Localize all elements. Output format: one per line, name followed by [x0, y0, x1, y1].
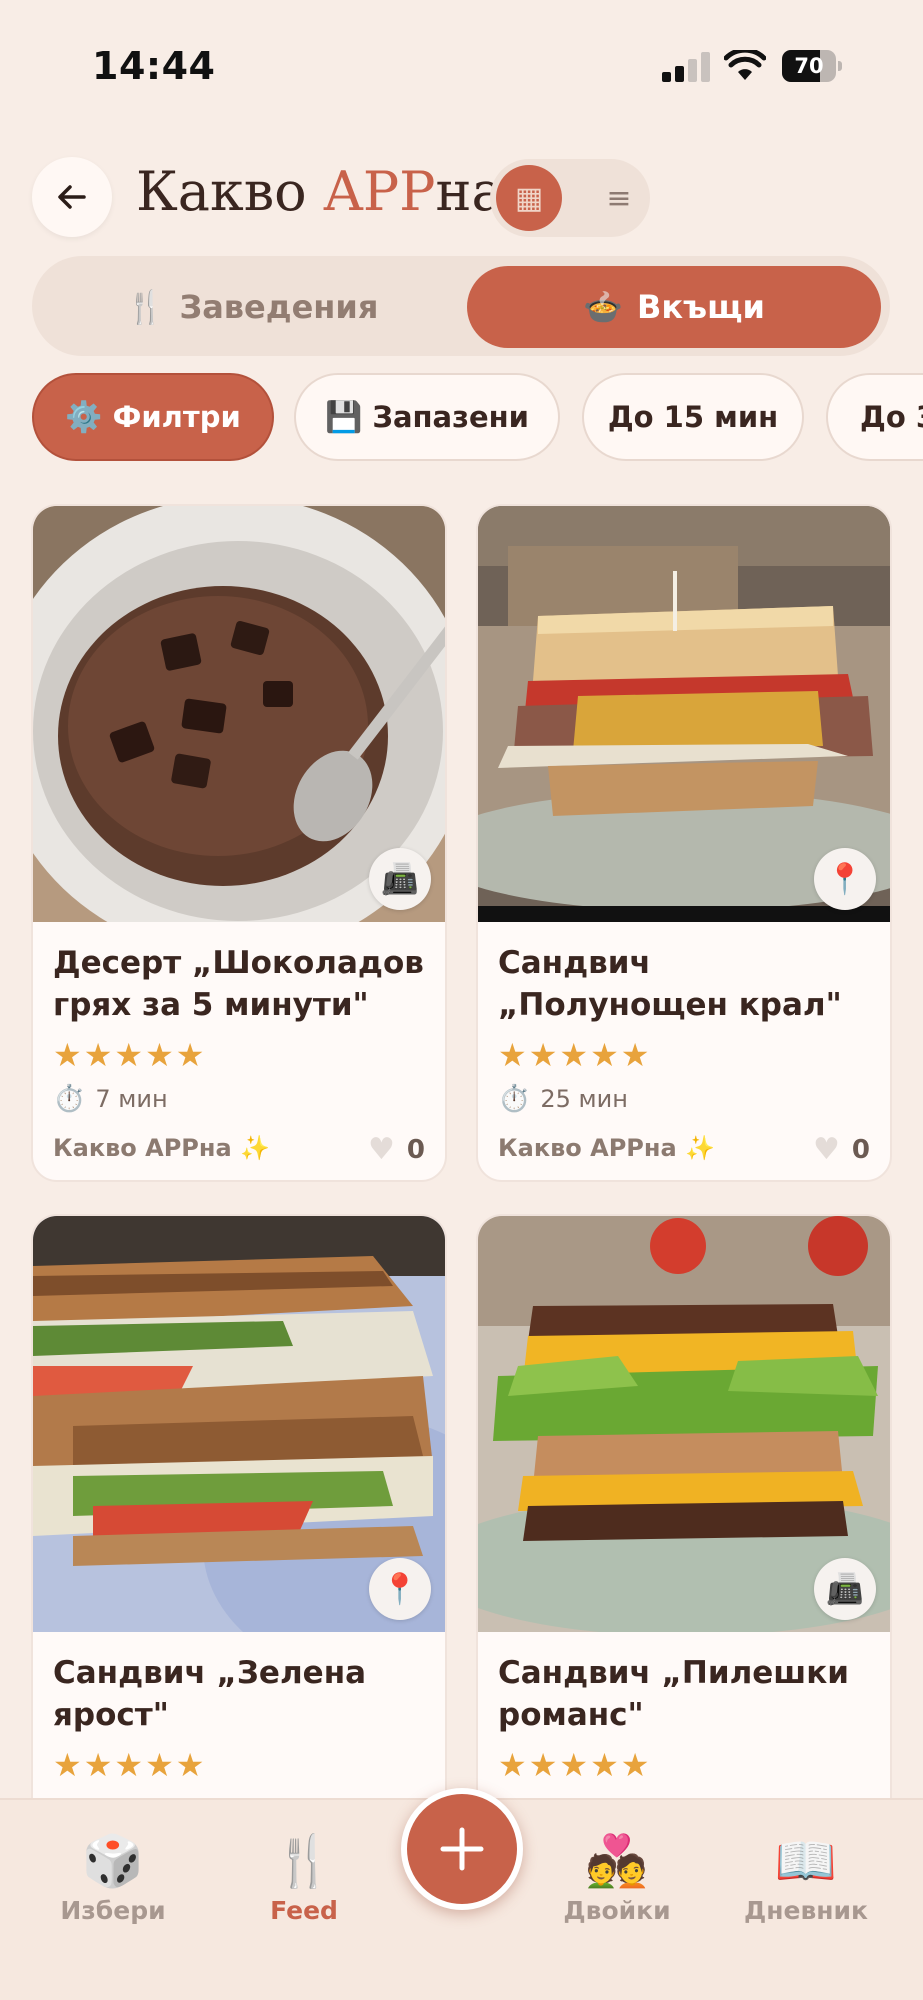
app-title: Какво APPна? — [136, 160, 533, 223]
title-prefix: Какво — [136, 160, 324, 223]
like-count: 0 — [851, 1134, 870, 1165]
recipe-card[interactable]: 📠 Сандвич „Пилешки романс" ★★★★★ — [476, 1214, 892, 1892]
recipe-card[interactable]: 📍 Сандвич „Зелена ярост" ★★★★★ — [31, 1214, 447, 1892]
bowl-icon: 🍲 — [583, 288, 623, 326]
book-icon: 📖 — [774, 1832, 838, 1890]
filters-chip[interactable]: ⚙️ Филтри — [32, 373, 274, 461]
segment-label: Заведения — [179, 288, 379, 326]
segment-restaurants[interactable]: 🍴 Заведения — [42, 266, 462, 348]
rating-stars: ★★★★★ — [53, 1746, 207, 1784]
rating-stars: ★★★★★ — [53, 1036, 207, 1074]
printer-icon[interactable]: 📠 — [369, 848, 431, 910]
rating-stars: ★★★★★ — [498, 1746, 652, 1784]
recipe-title: Сандвич „Зелена ярост" — [53, 1655, 367, 1733]
arrow-left-icon — [58, 185, 86, 209]
chip-label: До 30 мин — [860, 400, 923, 434]
stopwatch-icon: ⏱️ — [53, 1084, 86, 1114]
nav-item-feed[interactable]: 🍴 Feed — [229, 1830, 379, 1925]
mode-segmented-control: 🍴 Заведения 🍲 Вкъщи — [32, 256, 890, 356]
status-bar: 14:44 70 — [0, 0, 923, 110]
recipe-title: Сандвич „Пилешки романс" — [498, 1655, 849, 1733]
like-button[interactable]: ♥ 0 — [813, 1132, 870, 1167]
list-view-button[interactable]: ≡ — [586, 165, 652, 231]
battery-icon: 70 — [782, 50, 842, 82]
nav-item-journal[interactable]: 📖 Дневник — [731, 1830, 881, 1925]
status-time: 14:44 — [92, 44, 216, 88]
rating-stars: ★★★★★ — [498, 1036, 652, 1074]
battery-level: 70 — [794, 54, 824, 78]
wifi-icon — [723, 47, 767, 82]
like-count: 0 — [406, 1134, 425, 1165]
cook-time: ⏱️ 25 мин — [498, 1084, 628, 1114]
segment-label: Вкъщи — [636, 288, 765, 326]
list-icon: ≡ — [606, 180, 632, 216]
segment-home[interactable]: 🍲 Вкъщи — [467, 266, 881, 348]
cook-time-value: 7 мин — [95, 1085, 168, 1113]
like-button[interactable]: ♥ 0 — [368, 1132, 425, 1167]
up-to-30-min-chip[interactable]: До 30 мин — [826, 373, 923, 461]
nav-item-couples[interactable]: 💑 Двойки — [542, 1830, 692, 1925]
nav-label: Избери — [60, 1896, 166, 1925]
grid-icon: ▦ — [514, 180, 544, 216]
cook-time: ⏱️ 7 мин — [53, 1084, 168, 1114]
nav-label: Дневник — [743, 1896, 869, 1925]
recipe-card[interactable]: 📠 Десерт „Шоколадов грях за 5 минути" ★★… — [31, 504, 447, 1182]
title-accent: APP — [323, 160, 436, 223]
recipe-author: Какво APPна ✨ — [53, 1134, 270, 1162]
recipe-title: Десерт „Шоколадов грях за 5 минути" — [53, 945, 424, 1023]
heart-icon: ♥ — [368, 1132, 395, 1167]
heart-icon: ♥ — [813, 1132, 840, 1167]
nav-label: Двойки — [563, 1896, 671, 1925]
printer-icon[interactable]: 📠 — [814, 1558, 876, 1620]
stopwatch-icon: ⏱️ — [498, 1084, 531, 1114]
gear-icon: ⚙️ — [65, 399, 103, 435]
chip-label: Запазени — [372, 400, 529, 434]
up-to-15-min-chip[interactable]: До 15 мин — [582, 373, 804, 461]
recipe-author: Какво APPна ✨ — [498, 1134, 715, 1162]
pin-map-icon[interactable]: 📍 — [369, 1558, 431, 1620]
nav-item-choose[interactable]: 🎲 Избери — [38, 1830, 188, 1925]
cook-time-value: 25 мин — [540, 1085, 628, 1113]
back-button[interactable] — [32, 157, 112, 237]
floppy-disk-icon: 💾 — [324, 399, 363, 435]
add-button[interactable] — [401, 1788, 523, 1910]
plus-icon — [440, 1827, 484, 1871]
nav-label: Feed — [270, 1896, 338, 1925]
recipe-card[interactable]: 📍 Сандвич „Полунощен крал" ★★★★★ ⏱️ 25 м… — [476, 504, 892, 1182]
chip-label: Филтри — [112, 400, 241, 434]
couple-icon: 💑 — [585, 1832, 649, 1890]
recipe-title: Сандвич „Полунощен крал" — [498, 945, 842, 1023]
pin-map-icon[interactable]: 📍 — [814, 848, 876, 910]
saved-chip[interactable]: 💾 Запазени — [294, 373, 560, 461]
grid-view-button[interactable]: ▦ — [496, 165, 562, 231]
dice-icon: 🎲 — [81, 1832, 145, 1890]
chip-label: До 15 мин — [607, 400, 779, 434]
fork-knife-icon: 🍴 — [125, 288, 166, 326]
fork-knife-icon: 🍴 — [272, 1832, 336, 1890]
view-toggle: ▦ ≡ — [490, 159, 650, 237]
cellular-signal-icon — [662, 52, 710, 82]
filter-chips: ⚙️ Филтри 💾 Запазени До 15 мин До 30 мин — [32, 373, 923, 463]
